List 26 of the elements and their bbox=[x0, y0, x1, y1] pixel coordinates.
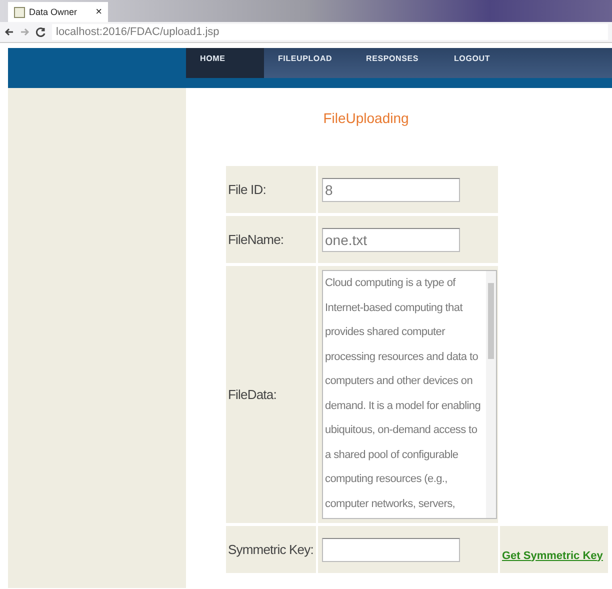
input-field[interactable]: one.txt bbox=[322, 228, 460, 252]
file-data-text-line: Internet-based computing that bbox=[325, 300, 462, 316]
field-label: Symmetric Key: bbox=[227, 542, 314, 557]
file-data-text-line: Cloud computing is a type of bbox=[325, 276, 456, 291]
file-data-text-line: processing resources and data to bbox=[325, 350, 478, 364]
file-data-text-line: ubiquitous, on-demand access to bbox=[325, 423, 478, 438]
nav-link[interactable]: RESPONSES bbox=[352, 48, 440, 78]
file-data-text-line: demand. It is a model for enabling bbox=[325, 398, 481, 414]
tab-title: Data Owner bbox=[29, 7, 78, 17]
nav-link[interactable]: FILEUPLOAD bbox=[264, 48, 352, 78]
field-label: File ID: bbox=[227, 182, 266, 197]
file-data-text-line: computer networks, servers, bbox=[325, 496, 456, 512]
file-data-text-line: computing resources (e.g., bbox=[325, 472, 448, 487]
nav-link[interactable]: LOGOUT bbox=[440, 48, 518, 78]
field-label: FileName: bbox=[227, 232, 284, 247]
nav-link[interactable]: HOME bbox=[186, 48, 264, 78]
file-data-text-line: a shared pool of configurable bbox=[325, 448, 458, 462]
field-label: FileData: bbox=[227, 387, 276, 402]
address-field[interactable]: localhost:2016/FDAC/upload1.jsp bbox=[52, 24, 608, 40]
get-key-link[interactable]: Get Symmetric Key bbox=[500, 550, 603, 562]
tab-close-button[interactable]: × bbox=[96, 6, 102, 18]
page-heading: FileUploading bbox=[322, 110, 410, 126]
file-data-text-line: provides shared computer bbox=[325, 325, 445, 340]
browser-tab[interactable]: Data Owner × bbox=[8, 2, 108, 22]
file-data-text-line: computers and other devices on bbox=[325, 374, 473, 389]
input-field[interactable]: 8 bbox=[322, 178, 460, 202]
